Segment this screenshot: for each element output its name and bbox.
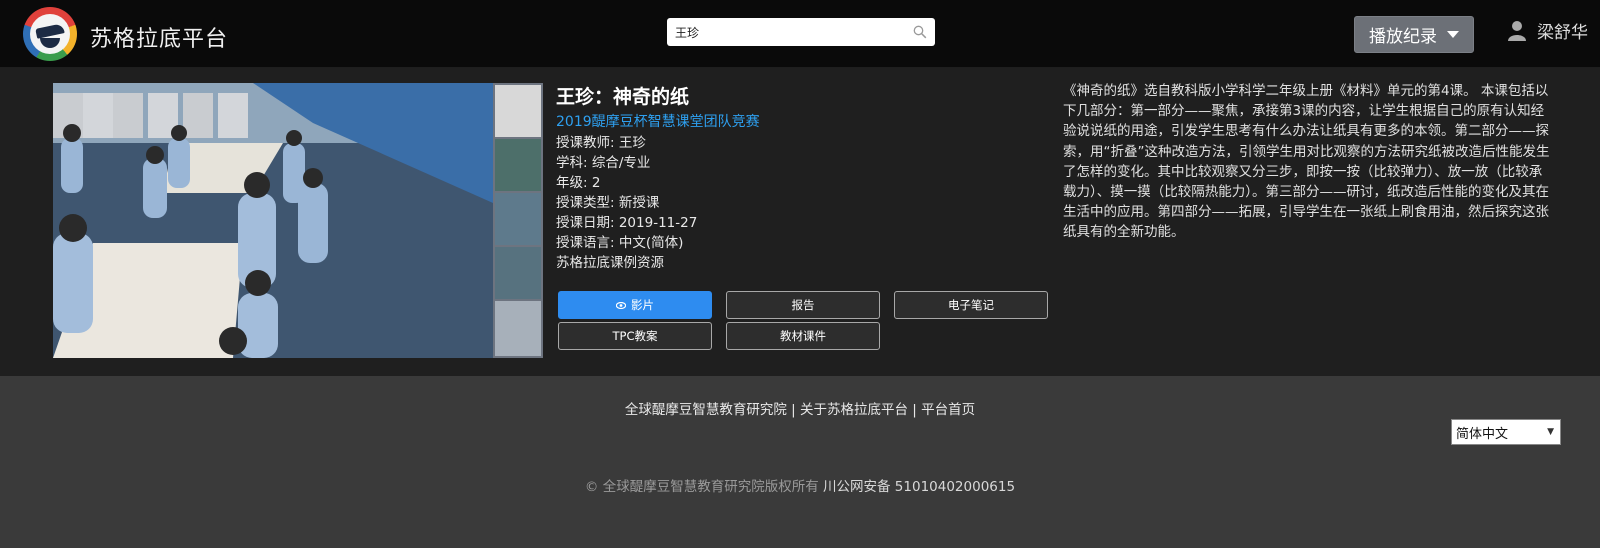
platform-logo[interactable] — [23, 7, 77, 61]
footer-links: 全球醍摩豆智慧教育研究院 | 关于苏格拉底平台 | 平台首页 — [0, 398, 1600, 418]
report-button[interactable]: 报告 — [726, 291, 880, 319]
footer-link-home[interactable]: 平台首页 — [921, 402, 975, 418]
report-button-label: 报告 — [791, 298, 815, 312]
lesson-date-field: 授课日期: 2019-11-27 — [556, 215, 698, 231]
event-link[interactable]: 2019醍摩豆杯智慧课堂团队竞赛 — [556, 112, 1050, 133]
eye-icon — [616, 301, 626, 309]
classroom-video-frame — [53, 83, 543, 358]
icp-record-link[interactable]: 川公网安备 51010402000615 — [823, 479, 1015, 495]
grade-field: 年级: 2 — [556, 175, 601, 191]
search-icon[interactable] — [913, 25, 927, 39]
lesson-language-field: 授课语言: 中文(简体) — [556, 235, 684, 251]
user-name: 梁舒华 — [1537, 23, 1588, 43]
chevron-down-icon: ▼ — [1547, 427, 1554, 437]
language-select-value: 简体中文 — [1456, 426, 1509, 442]
lesson-panel: 王珍：神奇的纸 2019醍摩豆杯智慧课堂团队竞赛 授课教师: 王珍 学科: 综合… — [0, 68, 1600, 376]
lesson-title: 王珍：神奇的纸 — [556, 86, 690, 108]
teacher-field: 授课教师: 王珍 — [556, 135, 646, 151]
video-button[interactable]: 影片 — [558, 291, 712, 319]
lesson-type-field: 授课类型: 新授课 — [556, 195, 660, 211]
search-input[interactable] — [667, 18, 903, 46]
courseware-button[interactable]: 教材课件 — [726, 322, 880, 350]
footer-link-institute[interactable]: 全球醍摩豆智慧教育研究院 — [625, 402, 787, 418]
video-player[interactable] — [53, 83, 543, 358]
play-history-button[interactable]: 播放纪录 — [1354, 16, 1474, 53]
logo-face-shape — [40, 38, 60, 48]
lesson-info: 王珍：神奇的纸 2019醍摩豆杯智慧课堂团队竞赛 授课教师: 王珍 学科: 综合… — [556, 82, 1050, 350]
copyright-line: © 全球醍摩豆智慧教育研究院版权所有 川公网安备 51010402000615 — [0, 475, 1600, 495]
lesson-description: 《神奇的纸》选自教科版小学科学二年级上册《材料》单元的第4课。 本课包括以下几部… — [1063, 83, 1550, 241]
notes-button-label: 电子笔记 — [948, 298, 994, 312]
logo-emblem — [30, 14, 70, 54]
video-button-label: 影片 — [631, 298, 654, 312]
logo-hat-shape — [35, 23, 65, 39]
user-menu[interactable]: 梁舒华 — [1507, 18, 1588, 43]
tpc-plan-button[interactable]: TPC教案 — [558, 322, 712, 350]
footer-separator: | — [908, 402, 922, 418]
search-box — [667, 18, 935, 46]
subject-field: 学科: 综合/专业 — [556, 155, 651, 171]
tpc-plan-button-label: TPC教案 — [612, 329, 658, 343]
top-header: 苏格拉底平台 播放纪录 梁舒华 — [0, 0, 1600, 68]
resource-source: 苏格拉底课例资源 — [556, 255, 664, 271]
language-select[interactable]: 简体中文 ▼ — [1451, 419, 1561, 445]
chevron-down-icon — [1447, 31, 1459, 38]
footer-link-about[interactable]: 关于苏格拉底平台 — [800, 402, 908, 418]
brand-title[interactable]: 苏格拉底平台 — [90, 21, 228, 53]
play-history-label: 播放纪录 — [1369, 27, 1437, 47]
copyright-text: © 全球醍摩豆智慧教育研究院版权所有 — [584, 479, 819, 495]
courseware-button-label: 教材课件 — [780, 329, 826, 343]
footer-separator: | — [786, 402, 800, 418]
user-icon — [1508, 20, 1526, 41]
notes-button[interactable]: 电子笔记 — [894, 291, 1048, 319]
